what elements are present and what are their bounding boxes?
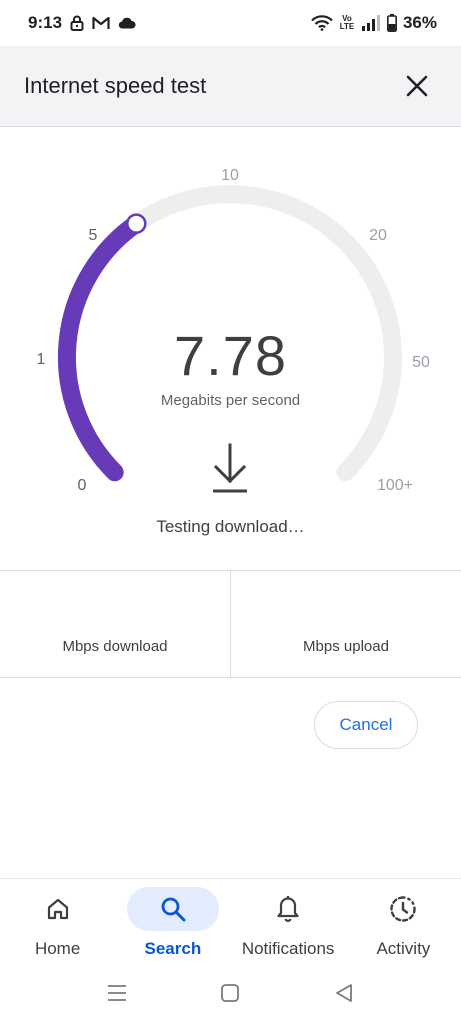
lock-icon xyxy=(70,15,84,31)
download-arrow-icon xyxy=(213,443,247,493)
nav-item-activity[interactable]: Activity xyxy=(346,879,461,966)
tick-label-10: 10 xyxy=(221,167,239,184)
nav-label-notifications: Notifications xyxy=(241,939,335,958)
tick-label-20: 20 xyxy=(369,227,387,244)
battery-percent: 36% xyxy=(402,13,437,32)
system-nav-bar xyxy=(0,966,461,1024)
speed-test-screen: 9:13 Vo LTE 36% Internet speed test 0 1 … xyxy=(0,0,461,1024)
results-panel: Mbps download Mbps upload xyxy=(0,570,461,678)
gmail-icon xyxy=(92,16,110,30)
search-icon xyxy=(161,897,186,922)
nav-label-home: Home xyxy=(34,939,81,958)
page-title: Internet speed test xyxy=(24,73,207,98)
activity-icon xyxy=(390,896,417,922)
nav-item-search[interactable]: Search xyxy=(115,879,230,966)
nav-item-notifications[interactable]: Notifications xyxy=(231,879,346,966)
cloud-icon xyxy=(118,17,136,29)
tick-label-5: 5 xyxy=(89,227,98,244)
speed-gauge: 0 1 5 10 20 50 100+ 7.78 Megabits per se… xyxy=(0,127,461,570)
speed-value: 7.78 xyxy=(174,324,287,387)
status-time: 9:13 xyxy=(28,13,63,32)
wifi-icon xyxy=(311,15,333,31)
tick-label-0: 0 xyxy=(78,477,87,494)
tick-label-100: 100+ xyxy=(377,477,413,494)
nav-label-activity: Activity xyxy=(376,939,431,958)
back-button[interactable] xyxy=(333,982,355,1009)
close-button[interactable] xyxy=(397,66,437,106)
nav-pill-home xyxy=(12,887,104,931)
close-icon xyxy=(406,75,428,97)
status-bar: 9:13 Vo LTE 36% xyxy=(0,0,461,46)
header: Internet speed test xyxy=(0,46,461,127)
upload-label: Mbps upload xyxy=(303,638,389,655)
gauge-knob xyxy=(126,213,147,234)
volte-icon: Vo LTE xyxy=(339,14,355,31)
cancel-button[interactable]: Cancel xyxy=(314,701,418,749)
home-system-button[interactable] xyxy=(219,982,241,1009)
nav-pill-notifications xyxy=(242,887,334,931)
download-result: Mbps download xyxy=(0,571,230,677)
bottom-nav: Home Search Notifications Activity xyxy=(0,878,461,966)
nav-item-home[interactable]: Home xyxy=(0,879,115,966)
bell-icon xyxy=(277,896,299,922)
nav-label-search: Search xyxy=(144,939,202,958)
square-icon xyxy=(221,983,240,1002)
upload-result: Mbps upload xyxy=(230,571,461,677)
download-label: Mbps download xyxy=(62,638,168,655)
nav-pill-search xyxy=(126,887,219,931)
recent-apps-button[interactable] xyxy=(106,983,128,1008)
signal-icon xyxy=(361,15,381,31)
battery-icon xyxy=(386,14,397,32)
test-status: Testing download… xyxy=(156,517,305,536)
speed-unit: Megabits per second xyxy=(160,392,301,409)
home-icon xyxy=(47,898,68,920)
menu-lines-icon xyxy=(107,984,126,1001)
nav-pill-activity xyxy=(357,887,449,931)
back-triangle-icon xyxy=(336,983,353,1002)
